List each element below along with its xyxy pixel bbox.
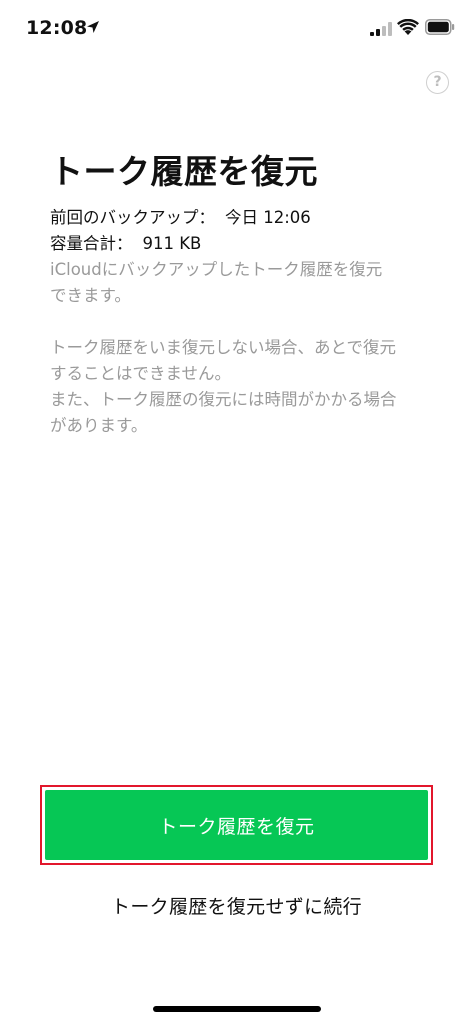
cellular-signal-icon (370, 22, 392, 36)
continue-without-restore-button[interactable]: トーク履歴を復元せずに続行 (0, 892, 473, 919)
wifi-icon (397, 19, 419, 35)
home-indicator[interactable] (153, 1006, 321, 1012)
restore-warning: トーク履歴をいま復元しない場合、あとで復元 することはできません。 また、トーク… (50, 338, 397, 435)
battery-icon (425, 19, 455, 35)
total-size-value: 911 KB (142, 234, 202, 253)
total-size-label: 容量合計： (50, 234, 133, 253)
backup-info: 前回のバックアップ： 今日 12:06 容量合計： 911 KB iCloudにバッ… (50, 205, 430, 439)
last-backup-value: 今日 12:06 (225, 208, 311, 227)
location-arrow-icon (87, 21, 99, 33)
total-size-row: 容量合計： 911 KB (50, 231, 430, 257)
page-title: トーク履歴を復元 (50, 152, 318, 191)
status-bar: 12:08 (0, 0, 473, 56)
restore-description: iCloudにバックアップしたトーク履歴を復元 できます。 (50, 260, 383, 305)
status-time: 12:08 (26, 17, 88, 39)
last-backup-label: 前回のバックアップ： (50, 208, 215, 227)
help-icon: ? (433, 74, 442, 90)
help-button[interactable]: ? (426, 71, 449, 94)
restore-chat-history-button[interactable]: トーク履歴を復元 (45, 790, 428, 860)
last-backup-row: 前回のバックアップ： 今日 12:06 (50, 205, 430, 231)
